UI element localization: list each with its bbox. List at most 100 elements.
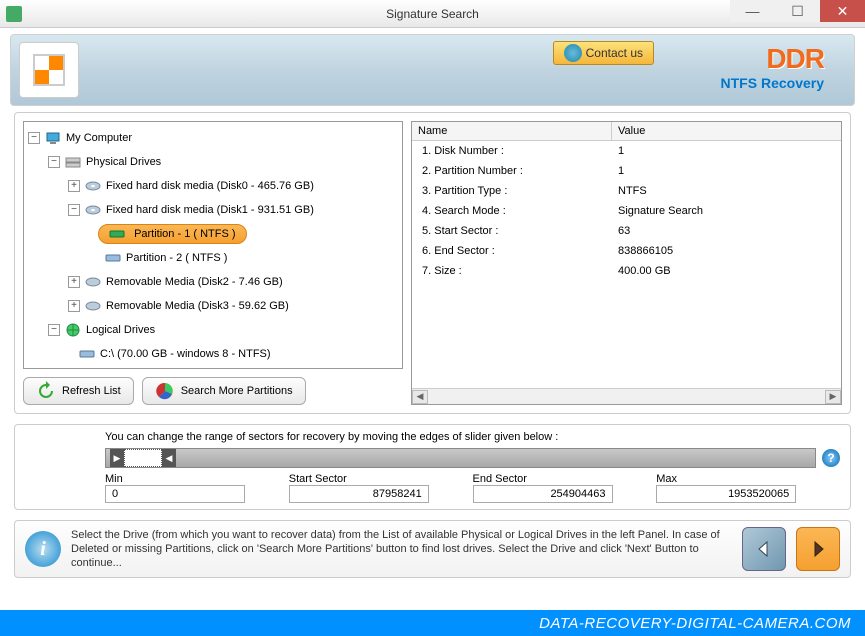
help-icon[interactable]: ? [822, 449, 840, 467]
tree-label: Physical Drives [86, 156, 161, 168]
sector-range-section: You can change the range of sectors for … [14, 424, 851, 510]
footer-bar: i Select the Drive (from which you want … [14, 520, 851, 578]
start-sector-value[interactable]: 87958241 [289, 485, 429, 503]
drives-icon [64, 155, 82, 169]
details-header: Name Value [412, 122, 841, 141]
tree-label: Logical Drives [86, 324, 155, 336]
refresh-icon [36, 381, 56, 401]
details-panel: Name Value 1. Disk Number :1 2. Partitio… [411, 121, 842, 405]
end-sector-value[interactable]: 254904463 [473, 485, 613, 503]
app-logo-box [19, 42, 79, 98]
tree-node-drive-c[interactable]: C:\ (70.00 GB - windows 8 - NTFS) [28, 342, 398, 366]
tree-label: Partition - 2 ( NTFS ) [126, 252, 227, 264]
sector-slider[interactable]: ▶ ◀ [105, 448, 816, 468]
info-icon: i [25, 531, 61, 567]
brand-subtitle: NTFS Recovery [721, 75, 824, 91]
tree-label: Partition - 1 ( NTFS ) [134, 228, 235, 240]
tree-node-disk3[interactable]: + Removable Media (Disk3 - 59.62 GB) [28, 294, 398, 318]
close-button[interactable]: ✕ [820, 0, 865, 22]
globe-icon [64, 323, 82, 337]
slider-instruction: You can change the range of sectors for … [105, 431, 840, 443]
drive-tree[interactable]: − My Computer − Physical Drives + Fixed … [23, 121, 403, 369]
details-body: 1. Disk Number :1 2. Partition Number :1… [412, 141, 841, 388]
next-button[interactable] [796, 527, 840, 571]
scroll-track[interactable] [428, 390, 825, 404]
search-more-label: Search More Partitions [181, 385, 293, 397]
main-panel: − My Computer − Physical Drives + Fixed … [14, 112, 851, 414]
maximize-button[interactable]: ☐ [775, 0, 820, 22]
details-row: 3. Partition Type :NTFS [412, 181, 841, 201]
partition-icon [109, 227, 127, 241]
pie-icon [155, 381, 175, 401]
search-more-partitions-button[interactable]: Search More Partitions [142, 377, 306, 405]
scroll-left-icon[interactable]: ◀ [412, 390, 428, 404]
tree-label: C:\ (70.00 GB - windows 8 - NTFS) [100, 348, 271, 360]
tree-node-disk0[interactable]: + Fixed hard disk media (Disk0 - 465.76 … [28, 174, 398, 198]
disk-icon [78, 347, 96, 361]
tree-node-disk1[interactable]: − Fixed hard disk media (Disk1 - 931.51 … [28, 198, 398, 222]
tree-node-partition-1[interactable]: Partition - 1 ( NTFS ) [28, 222, 398, 246]
disk-icon [84, 299, 102, 313]
expand-icon[interactable]: + [68, 300, 80, 312]
details-row: 2. Partition Number :1 [412, 161, 841, 181]
expand-icon[interactable]: + [68, 276, 80, 288]
end-sector-label: End Sector [473, 473, 657, 485]
tree-node-my-computer[interactable]: − My Computer [28, 126, 398, 150]
tree-node-logical-drives[interactable]: − Logical Drives [28, 318, 398, 342]
details-row: 5. Start Sector :63 [412, 221, 841, 241]
collapse-icon[interactable]: − [48, 156, 60, 168]
column-value-header[interactable]: Value [612, 122, 841, 140]
footer-instruction: Select the Drive (from which you want to… [71, 528, 732, 571]
disk-icon [84, 275, 102, 289]
tree-node-disk2[interactable]: + Removable Media (Disk2 - 7.46 GB) [28, 270, 398, 294]
slider-left-arrow-icon[interactable]: ◀ [162, 449, 176, 467]
expand-icon[interactable]: + [68, 180, 80, 192]
collapse-icon[interactable]: − [68, 204, 80, 216]
min-value: 0 [105, 485, 245, 503]
brand-name: DDR [721, 43, 824, 75]
titlebar: Signature Search — ☐ ✕ [0, 0, 865, 28]
tree-panel: − My Computer − Physical Drives + Fixed … [23, 121, 403, 405]
column-name-header[interactable]: Name [412, 122, 612, 140]
details-row: 7. Size :400.00 GB [412, 261, 841, 281]
max-value: 1953520065 [656, 485, 796, 503]
watermark-text: DATA-RECOVERY-DIGITAL-CAMERA.COM [0, 610, 865, 636]
brand-block: DDR NTFS Recovery [721, 43, 824, 91]
computer-icon [44, 131, 62, 145]
min-label: Min [105, 473, 289, 485]
details-row: 1. Disk Number :1 [412, 141, 841, 161]
details-row: 6. End Sector :838866105 [412, 241, 841, 261]
max-label: Max [656, 473, 840, 485]
contact-avatar-icon [564, 44, 582, 62]
window-title: Signature Search [386, 7, 479, 21]
refresh-label: Refresh List [62, 385, 121, 397]
app-logo-icon [33, 54, 65, 86]
collapse-icon[interactable]: − [48, 324, 60, 336]
back-button[interactable] [742, 527, 786, 571]
back-arrow-icon [753, 538, 775, 560]
slider-thumb[interactable] [124, 449, 162, 467]
horizontal-scrollbar[interactable]: ◀ ▶ [412, 388, 841, 404]
app-icon [6, 6, 22, 22]
minimize-button[interactable]: — [730, 0, 775, 22]
tree-label: Fixed hard disk media (Disk1 - 931.51 GB… [106, 204, 314, 216]
tree-label: Removable Media (Disk2 - 7.46 GB) [106, 276, 283, 288]
tree-label: Removable Media (Disk3 - 59.62 GB) [106, 300, 289, 312]
start-sector-label: Start Sector [289, 473, 473, 485]
disk-icon [84, 203, 102, 217]
details-row: 4. Search Mode :Signature Search [412, 201, 841, 221]
disk-icon [84, 179, 102, 193]
tree-node-physical-drives[interactable]: − Physical Drives [28, 150, 398, 174]
partition-icon [104, 251, 122, 265]
refresh-list-button[interactable]: Refresh List [23, 377, 134, 405]
scroll-right-icon[interactable]: ▶ [825, 390, 841, 404]
next-arrow-icon [807, 538, 829, 560]
tree-node-partition-2[interactable]: Partition - 2 ( NTFS ) [28, 246, 398, 270]
header-banner: Contact us DDR NTFS Recovery [10, 34, 855, 106]
contact-us-button[interactable]: Contact us [553, 41, 654, 65]
slider-right-arrow-icon[interactable]: ▶ [110, 449, 124, 467]
collapse-icon[interactable]: − [28, 132, 40, 144]
tree-label: Fixed hard disk media (Disk0 - 465.76 GB… [106, 180, 314, 192]
contact-label: Contact us [586, 46, 643, 60]
tree-label: My Computer [66, 132, 132, 144]
